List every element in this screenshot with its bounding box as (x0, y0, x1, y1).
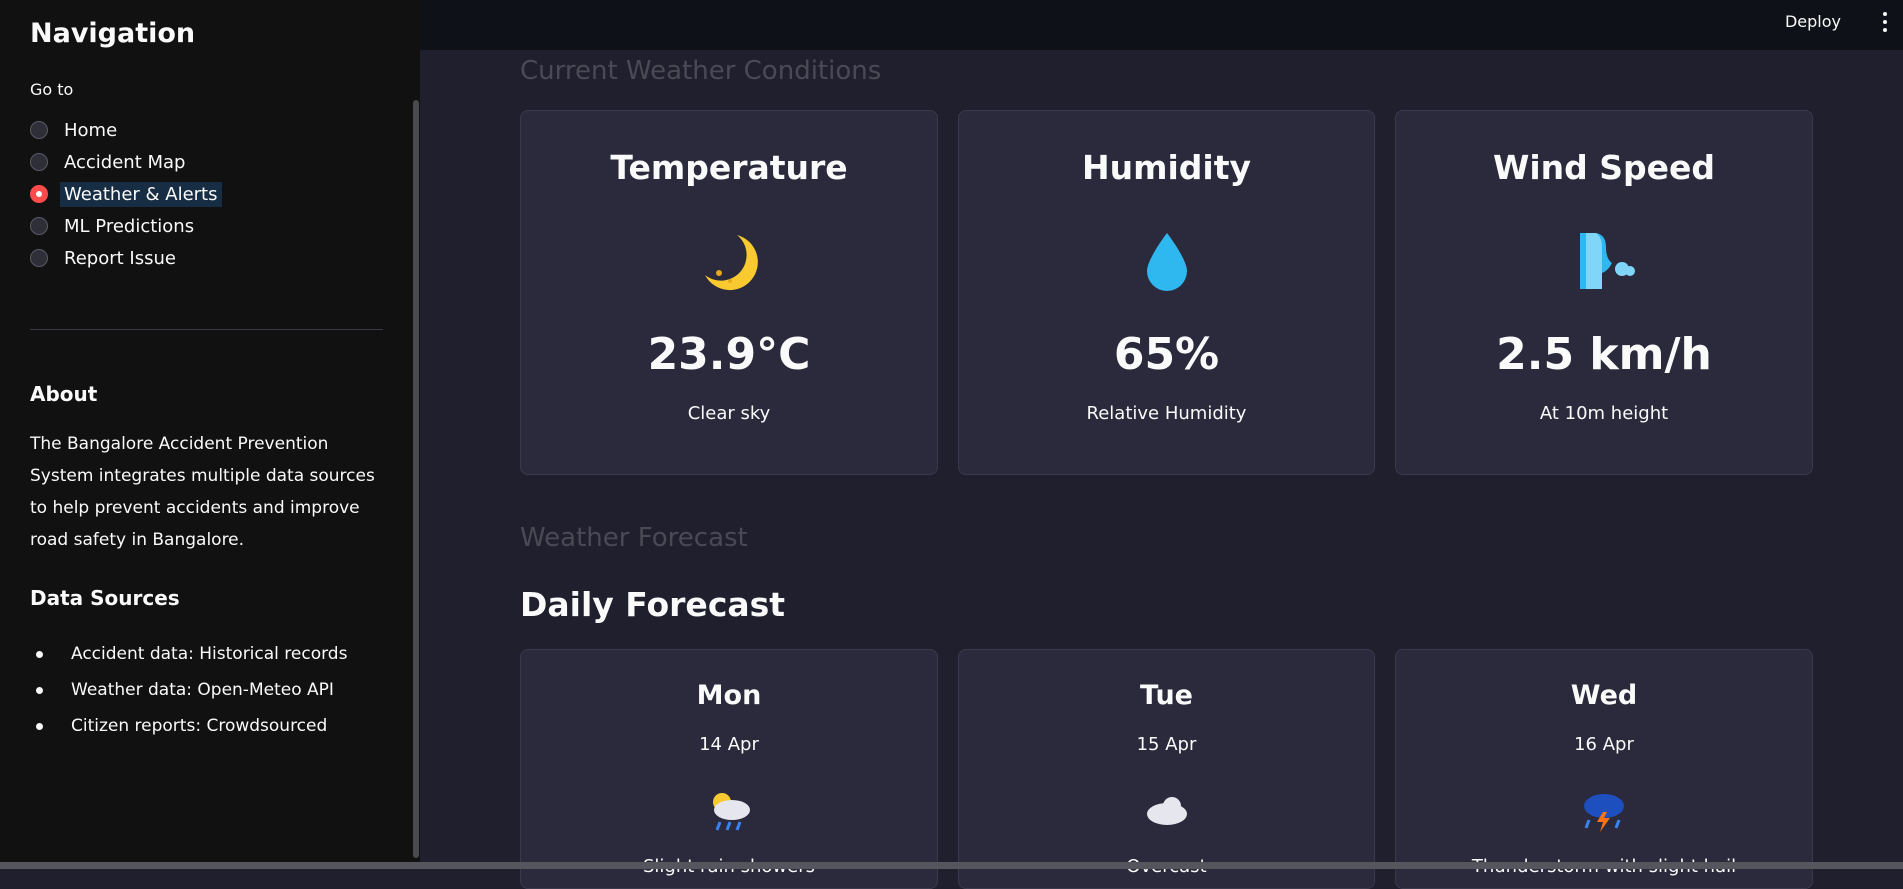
forecast-date: 16 Apr (1574, 734, 1634, 755)
forecast-date: 15 Apr (1136, 734, 1197, 755)
sidebar-divider (30, 329, 383, 330)
humidity-card: Humidity 65% Relative Humidity (958, 110, 1375, 475)
nav-item-report-issue[interactable]: Report Issue (30, 242, 222, 274)
droplet-icon (959, 229, 1374, 293)
radio-button[interactable] (30, 121, 48, 139)
daily-forecast-title: Daily Forecast (520, 585, 786, 624)
forecast-day: Wed (1570, 680, 1638, 711)
deploy-button[interactable]: Deploy (1785, 12, 1841, 31)
section-title-weather-forecast: Weather Forecast (520, 523, 748, 553)
temperature-value: 23.9°C (647, 329, 811, 380)
card-title: Temperature (610, 148, 848, 187)
more-menu-icon[interactable] (1883, 12, 1887, 32)
nav-item-label: ML Predictions (64, 215, 195, 237)
nav-radio-group: Home Accident Map Weather & Alerts ML Pr… (30, 114, 222, 274)
forecast-card-mon: Mon 14 Apr Slight rain showers (520, 649, 938, 889)
list-item: Citizen reports: Crowdsourced (30, 708, 347, 744)
card-title: Humidity (1081, 148, 1252, 187)
list-item: Accident data: Historical records (30, 636, 347, 672)
forecast-card-wed: Wed 16 Apr Thunderstorm with slight hail (1395, 649, 1813, 889)
cloud-icon (959, 786, 1374, 836)
nav-item-label: Accident Map (64, 151, 186, 173)
nav-item-ml-predictions[interactable]: ML Predictions (30, 210, 222, 242)
about-title: About (30, 382, 98, 406)
temperature-subtitle: Clear sky (687, 403, 771, 424)
radio-button[interactable] (30, 249, 48, 267)
temperature-card: Temperature 23.9°C Clear sky (520, 110, 938, 475)
about-text: The Bangalore Accident Prevention System… (30, 434, 375, 550)
sidebar: Navigation Go to Home Accident Map Weath… (0, 0, 420, 869)
top-bar: Deploy (420, 0, 1903, 50)
nav-item-label: Weather & Alerts (60, 181, 222, 207)
sun-rain-cloud-icon (521, 786, 937, 836)
forecast-date: 14 Apr (699, 734, 759, 755)
thunderstorm-icon (1396, 786, 1812, 836)
card-title: Wind Speed (1492, 148, 1716, 187)
sidebar-scrollbar[interactable] (413, 100, 419, 858)
wind-speed-value: 2.5 km/h (1496, 329, 1712, 380)
wind-face-icon (1396, 229, 1812, 293)
nav-item-accident-map[interactable]: Accident Map (30, 146, 222, 178)
wind-speed-card: Wind Speed 2.5 km/h At 10m height (1395, 110, 1813, 475)
radio-button-selected[interactable] (30, 185, 48, 203)
forecast-day: Mon (696, 680, 762, 711)
forecast-card-tue: Tue 15 Apr Overcast (958, 649, 1375, 889)
nav-item-weather-alerts[interactable]: Weather & Alerts (30, 178, 222, 210)
data-sources-list: Accident data: Historical records Weathe… (30, 636, 347, 744)
horizontal-scrollbar[interactable] (0, 862, 1903, 869)
humidity-subtitle: Relative Humidity (1086, 403, 1247, 424)
wind-speed-subtitle: At 10m height (1539, 403, 1669, 424)
goto-label: Go to (30, 80, 74, 99)
moon-icon (521, 229, 937, 293)
radio-button[interactable] (30, 217, 48, 235)
nav-item-label: Report Issue (64, 247, 176, 269)
forecast-day: Tue (1140, 680, 1193, 711)
nav-item-label: Home (64, 119, 118, 141)
data-sources-title: Data Sources (30, 586, 180, 610)
radio-button[interactable] (30, 153, 48, 171)
nav-item-home[interactable]: Home (30, 114, 222, 146)
humidity-value: 65% (1113, 329, 1220, 380)
sidebar-title: Navigation (30, 18, 196, 49)
section-title-current-weather: Current Weather Conditions (520, 56, 882, 86)
list-item: Weather data: Open-Meteo API (30, 672, 347, 708)
